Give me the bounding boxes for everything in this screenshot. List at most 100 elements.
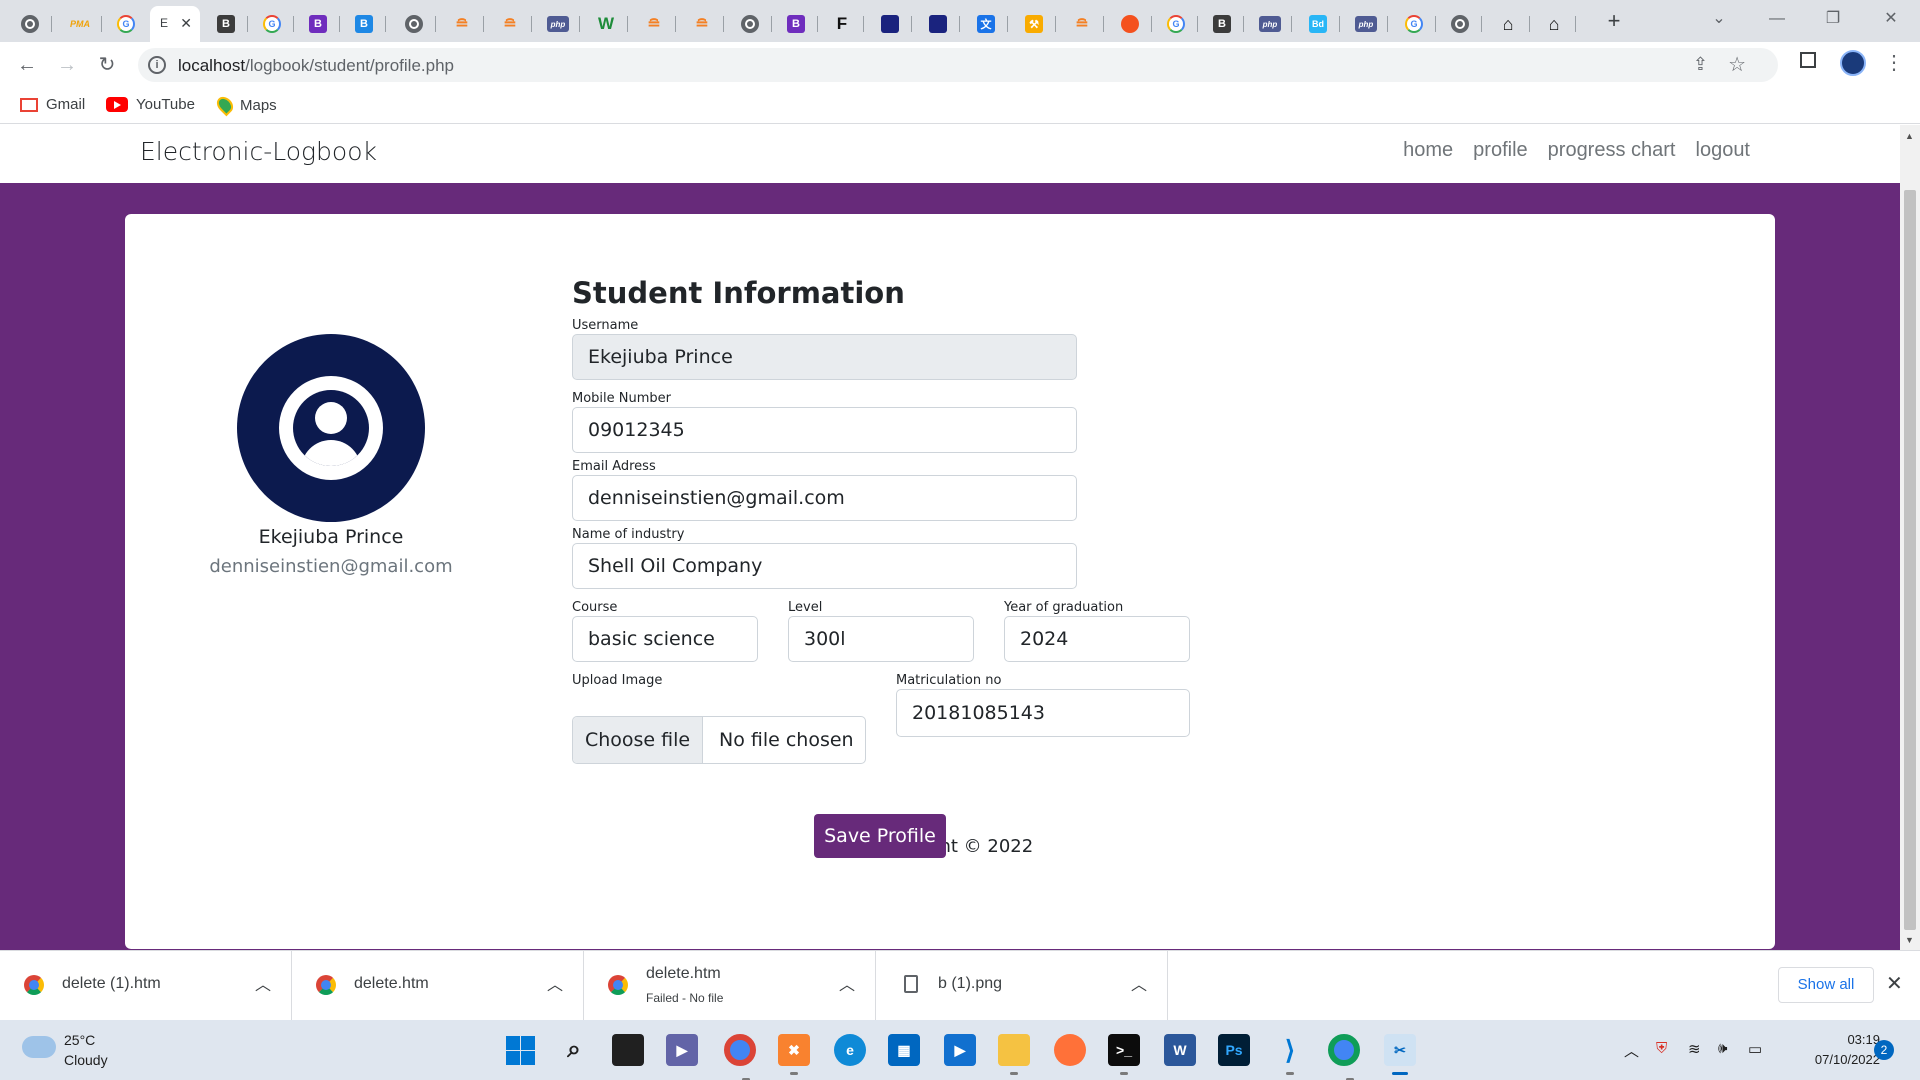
close-icon[interactable]: ✕ <box>180 15 192 32</box>
browser-tab[interactable]: PMA <box>58 6 102 42</box>
browser-tab[interactable]: ⚒ <box>1012 6 1056 42</box>
photoshop-icon[interactable]: Ps <box>1218 1034 1250 1066</box>
vscode-icon[interactable]: ⟩ <box>1274 1034 1306 1075</box>
task-view-icon[interactable] <box>612 1034 644 1066</box>
windows-start-icon[interactable] <box>504 1034 536 1066</box>
browser-tab[interactable]: 文 <box>964 6 1008 42</box>
new-tab-button[interactable]: + <box>1598 6 1630 36</box>
course-field[interactable] <box>572 616 758 662</box>
browser-tab[interactable] <box>916 6 960 42</box>
bookmark-gmail[interactable]: Gmail <box>20 96 85 113</box>
username-field[interactable] <box>572 334 1077 380</box>
browser-tab[interactable]: B <box>204 6 248 42</box>
tab-search-icon[interactable]: ⌄ <box>1696 4 1742 34</box>
nav-progress-chart-link[interactable]: progress chart <box>1548 139 1676 162</box>
weather-temperature[interactable]: 25°C <box>64 1032 95 1048</box>
restore-button[interactable]: ❐ <box>1810 4 1856 34</box>
nav-home-link[interactable]: home <box>1403 139 1453 162</box>
download-item[interactable]: delete (1).htm ︿ <box>0 951 292 1021</box>
store-icon[interactable]: ▦ <box>888 1034 920 1066</box>
media-player-icon[interactable]: ▶ <box>944 1034 976 1066</box>
firefox-icon[interactable] <box>1054 1034 1086 1066</box>
choose-file-button[interactable]: Choose file <box>573 717 703 763</box>
save-profile-button[interactable]: Save Profile <box>814 814 946 858</box>
wifi-icon[interactable]: ≋ <box>1688 1040 1701 1058</box>
forward-icon[interactable]: → <box>52 50 82 80</box>
browser-tab[interactable]: B <box>342 6 386 42</box>
chevron-up-icon[interactable]: ︿ <box>255 971 271 995</box>
edge-icon[interactable]: e <box>834 1034 866 1066</box>
clock-date[interactable]: 07/10/2022 <box>1780 1052 1880 1067</box>
browser-tab[interactable]: G <box>250 6 294 42</box>
browser-tab[interactable]: ≘ <box>488 6 532 42</box>
chevron-up-icon[interactable]: ︿ <box>547 971 563 995</box>
browser-tab[interactable]: php <box>1248 6 1292 42</box>
browser-tab[interactable] <box>8 6 52 42</box>
download-item[interactable]: b (1).png ︿ <box>876 951 1168 1021</box>
browser-tab[interactable]: B <box>1200 6 1244 42</box>
graduation-year-field[interactable] <box>1004 616 1190 662</box>
industry-field[interactable] <box>572 543 1077 589</box>
browser-tab[interactable]: ≘ <box>1060 6 1104 42</box>
email-field[interactable] <box>572 475 1077 521</box>
scroll-up-icon[interactable]: ▲ <box>1905 131 1914 141</box>
side-panel-icon[interactable] <box>1800 52 1816 68</box>
xampp-icon[interactable]: ✖ <box>778 1034 810 1075</box>
close-window-button[interactable]: ✕ <box>1868 4 1914 34</box>
browser-tab[interactable]: php <box>536 6 580 42</box>
upload-image-input[interactable]: Choose file No file chosen <box>572 716 866 764</box>
browser-tab[interactable] <box>728 6 772 42</box>
page-scrollbar[interactable]: ▲ ▼ <box>1900 125 1920 950</box>
battery-icon[interactable]: ▭ <box>1748 1040 1762 1058</box>
site-brand[interactable]: Electronic-Logbook <box>140 137 377 166</box>
bookmark-star-icon[interactable]: ☆ <box>1728 52 1746 77</box>
browser-tab[interactable]: ≘ <box>632 6 676 42</box>
download-item[interactable]: delete.htm Failed - No file ︿ <box>584 951 876 1021</box>
nav-logout-link[interactable]: logout <box>1696 139 1751 162</box>
cloud-icon[interactable] <box>22 1036 56 1058</box>
matriculation-field[interactable] <box>896 689 1190 737</box>
volume-icon[interactable]: 🕪 <box>1718 1040 1727 1057</box>
teams-chat-icon[interactable]: ▶ <box>666 1034 698 1066</box>
address-bar[interactable]: i localhost/logbook/student/profile.php … <box>138 48 1778 82</box>
minimize-button[interactable]: — <box>1754 4 1800 34</box>
browser-tab[interactable]: G <box>1392 6 1436 42</box>
menu-icon[interactable]: ⋮ <box>1884 50 1904 75</box>
profile-avatar-icon[interactable] <box>1840 50 1866 76</box>
browser-tab[interactable] <box>392 6 436 42</box>
browser-tab[interactable]: G <box>1154 6 1198 42</box>
search-icon[interactable]: ⌕ <box>558 1034 590 1066</box>
share-icon[interactable]: ⇪ <box>1693 54 1708 75</box>
browser-tab[interactable] <box>868 6 912 42</box>
chrome-profile-taskbar-icon[interactable] <box>1328 1034 1360 1080</box>
notification-badge[interactable]: 2 <box>1874 1040 1894 1060</box>
browser-tab[interactable]: Bd <box>1296 6 1340 42</box>
browser-tab[interactable]: F <box>820 6 864 42</box>
chrome-taskbar-icon[interactable] <box>724 1034 756 1080</box>
scrollbar-thumb[interactable] <box>1904 190 1916 930</box>
browser-tab[interactable]: B <box>774 6 818 42</box>
level-field[interactable] <box>788 616 974 662</box>
chevron-up-icon[interactable]: ︿ <box>839 971 855 995</box>
download-item[interactable]: delete.htm ︿ <box>292 951 584 1021</box>
browser-tab[interactable]: ⌂ <box>1532 6 1576 42</box>
terminal-icon[interactable]: >_ <box>1108 1034 1140 1075</box>
back-icon[interactable]: ← <box>12 50 42 80</box>
browser-tab[interactable]: ≘ <box>440 6 484 42</box>
weather-description[interactable]: Cloudy <box>64 1052 108 1068</box>
browser-tab[interactable]: B <box>296 6 340 42</box>
security-icon[interactable]: ⛨ <box>1656 1040 1667 1057</box>
url-text[interactable]: localhost/logbook/student/profile.php <box>178 56 454 76</box>
browser-tab[interactable]: php <box>1344 6 1388 42</box>
mobile-field[interactable] <box>572 407 1077 453</box>
reload-icon[interactable]: ↻ <box>92 50 122 80</box>
show-all-button[interactable]: Show all <box>1778 967 1874 1003</box>
browser-tab-active[interactable]: E ✕ <box>150 6 200 42</box>
chevron-up-icon[interactable]: ︿ <box>1131 971 1147 995</box>
browser-tab[interactable]: G <box>104 6 148 42</box>
snipping-tool-icon[interactable]: ✂ <box>1384 1034 1416 1075</box>
nav-profile-link[interactable]: profile <box>1473 139 1527 162</box>
word-icon[interactable]: W <box>1164 1034 1196 1066</box>
browser-tab[interactable] <box>1108 6 1152 42</box>
bookmark-maps[interactable]: Maps <box>213 93 277 117</box>
